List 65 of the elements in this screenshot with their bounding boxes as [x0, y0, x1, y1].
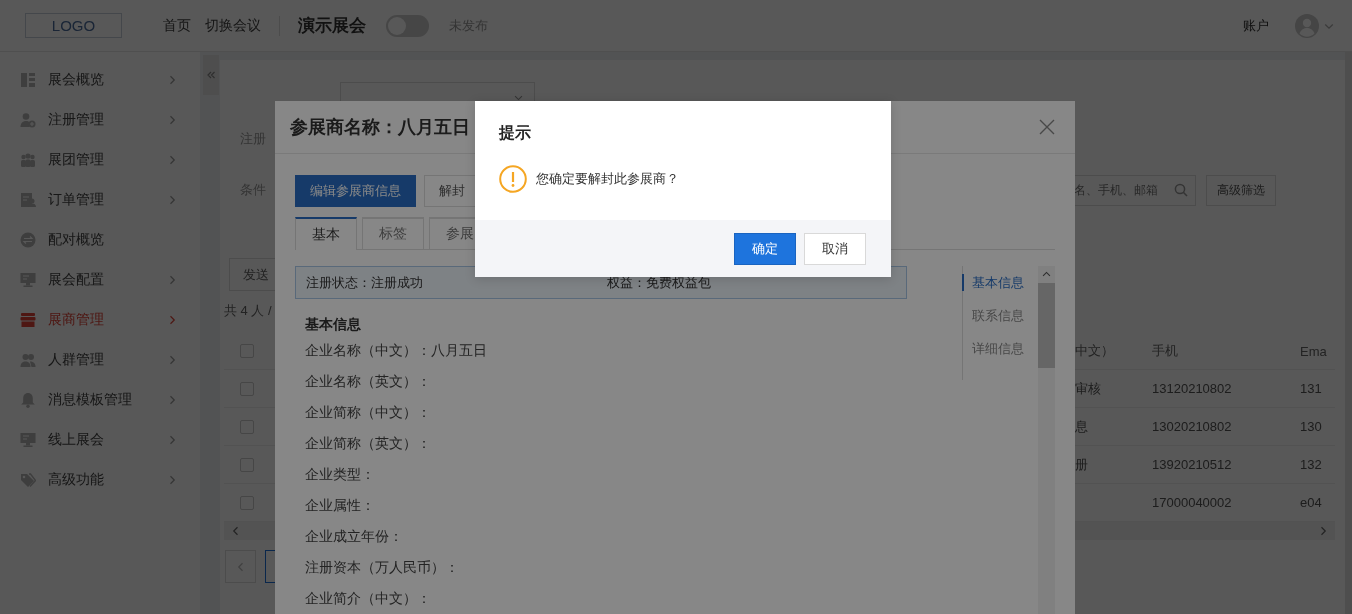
group-icon: [20, 152, 36, 168]
sidebar-item[interactable]: 展商管理: [0, 300, 200, 340]
event-title: 演示展会: [298, 15, 366, 37]
sidebar-item[interactable]: 高级功能: [0, 460, 200, 500]
tag-icon: [20, 472, 36, 488]
table-cell-text: 13920210512: [1152, 457, 1233, 472]
users-icon: [20, 352, 36, 368]
benefit-label: 权益：免费权益包: [607, 273, 712, 292]
swap-circle-icon: [20, 232, 36, 248]
field-label: 企业成立年份：: [305, 527, 403, 546]
dialog-button[interactable]: 确定: [734, 232, 796, 265]
scrollbar-thumb[interactable]: [1038, 283, 1055, 368]
sidebar-item[interactable]: 注册管理: [0, 100, 200, 140]
shop-icon: [20, 312, 36, 328]
bell-icon: [20, 392, 36, 408]
search-icon[interactable]: [1174, 182, 1188, 197]
vertical-scrollbar[interactable]: [1038, 266, 1055, 614]
table-cell-text: 17000040002: [1152, 495, 1233, 510]
table-cell-text: e04: [1300, 495, 1323, 510]
action-button[interactable]: 编辑参展商信息: [295, 175, 416, 207]
tab[interactable]: 标签: [362, 217, 424, 249]
field-label: 企业名称（中文）：八月五日: [305, 341, 487, 360]
logo[interactable]: LOGO: [25, 13, 122, 38]
anchor-link[interactable]: 详细信息: [962, 340, 1038, 373]
monitor-icon: [20, 272, 36, 288]
sidebar-item[interactable]: 消息模板管理: [0, 380, 200, 420]
tab[interactable]: 基本: [295, 217, 357, 250]
sidebar-item[interactable]: 配对概览: [0, 220, 200, 260]
table-cell-text: 13120210802: [1152, 381, 1233, 396]
dialog-message: 您确定要解封此参展商？: [536, 170, 679, 188]
nav-link[interactable]: 首页: [163, 16, 191, 35]
warning-icon: [499, 165, 527, 193]
sidebar-item[interactable]: 订单管理: [0, 180, 200, 220]
sidebar-item[interactable]: 展会概览: [0, 60, 200, 100]
table-cell-text: 册: [1075, 455, 1089, 474]
sidebar-item[interactable]: 人群管理: [0, 340, 200, 380]
account-link[interactable]: 账户: [1243, 16, 1269, 35]
table-cell-text: 132: [1300, 457, 1323, 472]
table-cell-text: 13020210802: [1152, 419, 1233, 434]
section-title: 基本信息: [305, 315, 362, 334]
modal-title: 参展商名称：八月五日: [290, 116, 470, 139]
double-chevron-icon: [206, 70, 216, 80]
nav-link[interactable]: 切换会议: [205, 16, 261, 35]
field-label: 企业简称（中文）：: [305, 403, 431, 422]
table-cell-text: 息: [1075, 417, 1089, 436]
table-cell-text: 130: [1300, 419, 1323, 434]
dialog-title: 提示: [499, 123, 532, 143]
receipt-icon: [20, 192, 36, 208]
close-icon[interactable]: [1039, 119, 1055, 135]
registration-status: 注册状态：注册成功: [306, 273, 424, 292]
sidebar-item[interactable]: 展会配置: [0, 260, 200, 300]
field-label: 企业简称（英文）：: [305, 434, 431, 453]
monitor-icon: [20, 432, 36, 448]
table-cell-text: 131: [1300, 381, 1323, 396]
document-icon: [20, 72, 36, 88]
field-label: 企业简介（中文）：: [305, 589, 431, 608]
field-label: 注册资本（万人民币）：: [305, 558, 459, 577]
anchor-link[interactable]: 联系信息: [962, 307, 1038, 340]
user-add-icon: [20, 112, 36, 128]
dialog-button[interactable]: 取消: [804, 232, 866, 265]
field-label: 企业属性：: [305, 496, 375, 515]
field-label: 企业类型：: [305, 465, 375, 484]
sidebar-item[interactable]: 展团管理: [0, 140, 200, 180]
collapse-button[interactable]: [203, 55, 219, 95]
field-label: 企业名称（英文）：: [305, 372, 431, 391]
